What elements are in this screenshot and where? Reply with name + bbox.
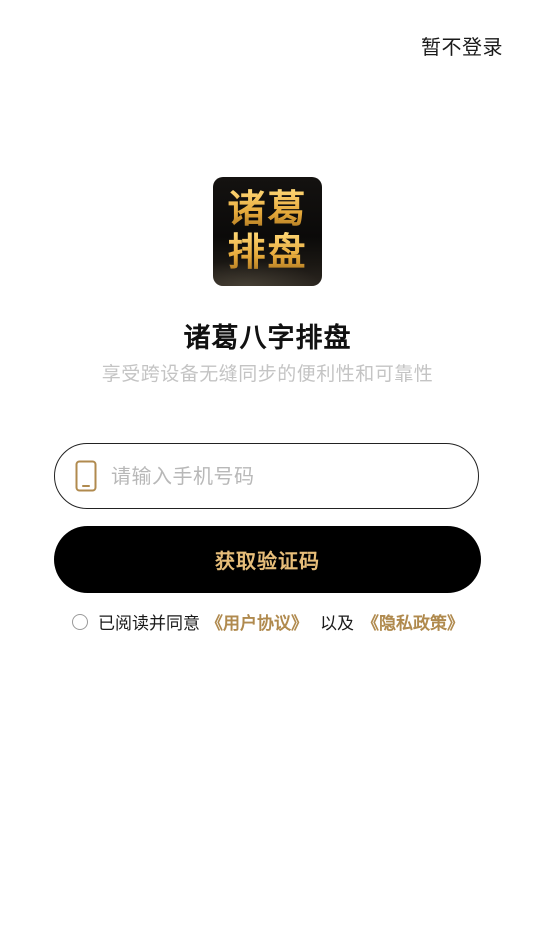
skip-login-link[interactable]: 暂不登录 [421, 31, 503, 60]
phone-field[interactable] [54, 443, 479, 509]
app-subtitle: 享受跨设备无缝同步的便利性和可靠性 [101, 363, 434, 385]
phone-input[interactable] [109, 455, 478, 497]
agreement-prefix-text: 已阅读并同意 [98, 614, 200, 634]
get-verification-code-button[interactable]: 获取验证码 [54, 526, 481, 593]
agreement-row: 已阅读并同意 《用户协议》 以及 《隐私政策》 [72, 609, 464, 634]
mobile-phone-icon [75, 460, 97, 492]
logo-text-line1: 诸葛 [213, 189, 322, 229]
user-agreement-link[interactable]: 《用户协议》 [206, 609, 308, 634]
app-title: 诸葛八字排盘 [183, 323, 352, 354]
logo-text-line2: 排盘 [213, 232, 322, 272]
privacy-policy-link[interactable]: 《隐私政策》 [362, 609, 464, 634]
app-logo: 诸葛 排盘 [213, 177, 322, 286]
agreement-conjunction-text: 以及 [320, 614, 354, 634]
agree-radio-button[interactable] [72, 613, 88, 630]
